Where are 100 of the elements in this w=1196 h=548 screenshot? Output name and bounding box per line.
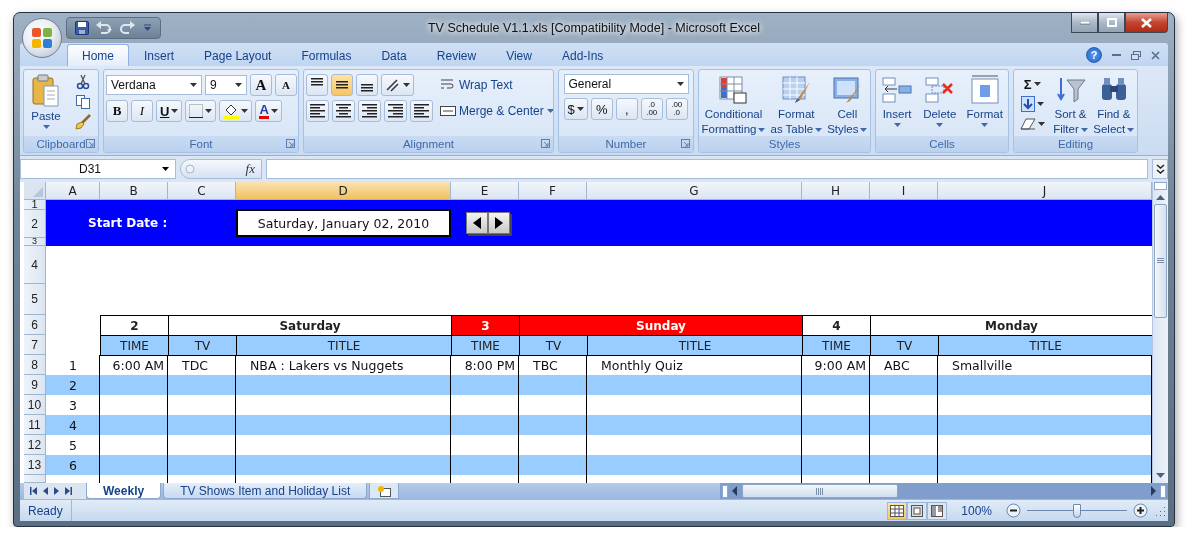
horizontal-align-button[interactable] <box>358 100 381 123</box>
percent-button[interactable]: % <box>590 98 613 121</box>
minimize-button[interactable] <box>1071 13 1098 33</box>
conditional-styles-button[interactable]: Conditional Formatting <box>701 74 766 135</box>
ribbon-tab[interactable]: Formulas <box>286 44 367 67</box>
view-button[interactable] <box>887 501 908 520</box>
column-header[interactable]: J <box>938 182 1152 201</box>
row-header[interactable]: 7 <box>24 335 46 356</box>
horizontal-scrollbar[interactable] <box>720 483 1168 500</box>
zoom-in-icon[interactable] <box>1133 503 1148 519</box>
wrap-text-button[interactable]: Wrap Text <box>437 74 553 97</box>
row-header[interactable]: 5 <box>24 284 46 316</box>
sort-button[interactable]: Sort & Filter <box>1053 74 1088 135</box>
scroll-thumb[interactable] <box>1154 204 1167 319</box>
next-button[interactable] <box>488 212 510 235</box>
column-header[interactable]: F <box>519 182 587 201</box>
vertical-align-button[interactable] <box>356 74 378 97</box>
cell-styles-button[interactable]: Cell Styles <box>827 74 868 135</box>
customize-toolbar-icon[interactable] <box>143 23 152 32</box>
last-sheet-icon[interactable] <box>65 487 72 496</box>
next-sheet-icon[interactable] <box>54 487 59 496</box>
close-icon[interactable] <box>1151 50 1160 60</box>
copy-icon[interactable] <box>75 94 91 111</box>
row-header[interactable]: 8 <box>24 355 46 376</box>
left-arrow-icon[interactable] <box>731 486 739 497</box>
sheet-tab[interactable]: TV Shows Item and Holiday List <box>163 483 368 500</box>
row-header[interactable]: 6 <box>24 315 46 336</box>
orientation-button[interactable] <box>381 74 414 97</box>
previous-sheet-icon[interactable] <box>43 487 48 496</box>
shrink-font-button[interactable]: A <box>275 74 297 97</box>
dialog-launcher-icon[interactable] <box>681 139 690 149</box>
office-button[interactable] <box>22 18 62 58</box>
ribbon-tab[interactable]: Data <box>366 44 422 67</box>
scroll-thumb[interactable] <box>742 484 898 499</box>
number-format-field[interactable]: General <box>563 74 689 95</box>
column-header[interactable]: C <box>168 182 236 201</box>
slider-thumb[interactable] <box>1073 503 1081 518</box>
minimize-icon[interactable] <box>1112 53 1121 57</box>
sheet-tab[interactable]: Weekly <box>86 483 162 500</box>
dialog-launcher-icon[interactable] <box>541 139 550 149</box>
column-header[interactable]: B <box>100 182 168 201</box>
ribbon-tab[interactable]: View <box>491 44 547 67</box>
split-handle[interactable] <box>1160 484 1166 498</box>
horizontal-align-button[interactable] <box>332 100 355 123</box>
insert-button[interactable]: Insert <box>881 74 914 135</box>
right-arrow-icon[interactable] <box>1149 486 1157 497</box>
start-date-field[interactable]: Saturday, January 02, 2010 <box>236 209 451 238</box>
vertical-align-button[interactable] <box>331 74 353 97</box>
paste-button[interactable]: Paste <box>31 74 61 135</box>
previous-button[interactable] <box>466 212 488 235</box>
zoom-level[interactable]: 100% <box>961 503 992 518</box>
column-header[interactable]: E <box>451 182 519 201</box>
font-color-button[interactable]: A <box>255 100 282 123</box>
find-button[interactable]: Find & Select <box>1093 74 1135 135</box>
zoom-out-icon[interactable] <box>1006 503 1021 519</box>
dialog-launcher-icon[interactable] <box>86 139 95 149</box>
increase-decimal-button[interactable]: .0 .00 <box>640 98 663 121</box>
ribbon-tab[interactable]: Home <box>67 44 129 67</box>
insert-function-button[interactable]: fx <box>245 161 255 178</box>
row-header[interactable]: 12 <box>24 435 46 456</box>
decrease-indent-button[interactable] <box>384 100 407 123</box>
dialog-launcher-icon[interactable] <box>286 139 295 149</box>
delete-button[interactable]: Delete <box>923 74 957 135</box>
grow-font-button[interactable]: A <box>250 74 272 97</box>
column-header[interactable]: A <box>46 182 100 201</box>
undo-icon[interactable] <box>95 20 113 35</box>
horizontal-align-button[interactable] <box>306 100 329 123</box>
currency-button[interactable]: $ <box>563 98 588 121</box>
row-header[interactable]: 11 <box>24 415 46 436</box>
row-header[interactable]: 2 <box>24 210 46 239</box>
table-styles-button[interactable]: Format as Table <box>770 74 823 135</box>
ribbon-tab[interactable]: Insert <box>129 44 190 67</box>
column-header[interactable]: H <box>802 182 870 201</box>
font-name-field[interactable]: Verdana <box>106 75 202 96</box>
row-header[interactable]: 10 <box>24 395 46 416</box>
resize-grip-icon[interactable] <box>1154 504 1166 517</box>
insert-sheet-button[interactable] <box>369 483 400 500</box>
fill-color-button[interactable] <box>219 100 253 123</box>
vertical-scrollbar[interactable] <box>1152 182 1168 484</box>
close-button[interactable] <box>1125 13 1168 33</box>
column-header[interactable]: G <box>587 182 802 201</box>
increase-indent-button[interactable] <box>410 100 433 123</box>
borders-button[interactable] <box>185 100 217 123</box>
zoom-slider[interactable] <box>1027 503 1127 518</box>
merge-center-button[interactable]: Merge & Center <box>437 100 553 123</box>
row-header[interactable]: 13 <box>24 455 46 476</box>
column-header[interactable]: I <box>870 182 938 201</box>
split-handle[interactable] <box>722 484 728 498</box>
vertical-align-button[interactable] <box>306 74 328 97</box>
decrease-decimal-button[interactable]: .00 .0 <box>665 98 688 121</box>
font-size-field[interactable]: 9 <box>205 75 247 96</box>
save-icon[interactable] <box>75 20 89 35</box>
ribbon-tab[interactable]: Add-Ins <box>546 44 619 67</box>
ribbon-tab[interactable]: Review <box>421 44 492 67</box>
view-button[interactable] <box>927 501 948 520</box>
comma-button[interactable]: , <box>615 98 638 121</box>
formula-input[interactable] <box>266 159 1148 180</box>
format-button[interactable]: Format <box>966 74 1003 135</box>
maximize-button[interactable] <box>1098 13 1125 33</box>
autosum-button[interactable]: Σ <box>1016 74 1048 95</box>
